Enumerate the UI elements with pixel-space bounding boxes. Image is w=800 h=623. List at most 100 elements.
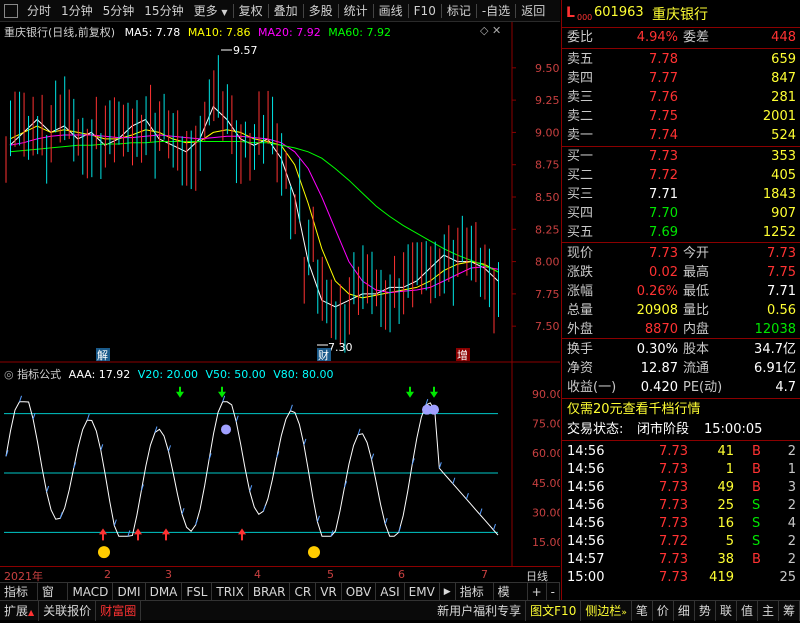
tab-fsl[interactable]: FSL bbox=[182, 582, 213, 601]
tab-dma[interactable]: DMA bbox=[146, 582, 183, 601]
expand-arrow-icon[interactable]: ▶ bbox=[440, 582, 456, 601]
f10-graphic-button[interactable]: 图文F10 bbox=[526, 600, 582, 621]
weibi-value: 4.94% bbox=[636, 30, 678, 45]
tab-emv[interactable]: EMV bbox=[405, 582, 440, 601]
zoom-out-button[interactable]: - bbox=[547, 582, 561, 601]
osc-tick bbox=[465, 492, 469, 500]
buy-arrow-icon bbox=[238, 528, 246, 541]
tick-price: 7.73 bbox=[659, 552, 688, 567]
tab-15min[interactable]: 15分钟 bbox=[139, 0, 188, 22]
zoom-in-button[interactable]: + bbox=[528, 582, 547, 601]
tab-intraday[interactable]: 分时 bbox=[22, 0, 56, 22]
tab-link[interactable]: 联 bbox=[716, 600, 737, 621]
tab-5min[interactable]: 5分钟 bbox=[98, 0, 140, 22]
multi-stock-button[interactable]: 多股 bbox=[304, 0, 338, 22]
tab-template[interactable]: 模 板 bbox=[494, 582, 528, 617]
tab-value[interactable]: 值 bbox=[737, 600, 758, 621]
tab-dmi[interactable]: DMI bbox=[113, 582, 146, 601]
watchlist-button[interactable]: -自选 bbox=[477, 0, 515, 22]
ask-row[interactable]: 卖四 7.77 847 bbox=[562, 70, 800, 88]
f10-button[interactable]: F10 bbox=[409, 0, 441, 22]
osc-tick bbox=[357, 428, 361, 435]
promo-banner[interactable]: 仅需20元查看千档行情 bbox=[562, 401, 800, 419]
tick-side: B bbox=[752, 444, 761, 459]
v20-label: V20: 20.00 bbox=[137, 368, 199, 381]
bid-price: 7.69 bbox=[649, 225, 678, 240]
tick-price: 7.73 bbox=[659, 516, 688, 531]
sidebar-toggle[interactable]: 侧边栏» bbox=[581, 600, 632, 621]
stat-label: 量比 bbox=[683, 303, 710, 318]
stat-row: 现价 7.73 今开 7.73 bbox=[562, 245, 800, 263]
smile-icon bbox=[98, 546, 110, 559]
osc-tick bbox=[19, 395, 23, 402]
back-button[interactable]: 返回 bbox=[516, 0, 550, 22]
tab-pen[interactable]: 笔 bbox=[632, 600, 653, 621]
tab-trix[interactable]: TRIX bbox=[212, 582, 249, 601]
bid-price: 7.70 bbox=[649, 206, 678, 221]
mark-button[interactable]: 标记 bbox=[442, 0, 476, 22]
extend-button[interactable]: 扩展▲ bbox=[0, 600, 40, 621]
chart-area[interactable]: 9.50 9.25 9.00 8.75 8.50 8.25 8.00 7.75 7.50 9.57… bbox=[0, 22, 560, 566]
ask-row[interactable]: 卖三 7.76 281 bbox=[562, 89, 800, 107]
tab-window[interactable]: 窗口 bbox=[38, 582, 69, 617]
tick-count: 3 bbox=[787, 480, 796, 495]
tab-brar[interactable]: BRAR bbox=[249, 582, 291, 601]
news-link[interactable]: 新用户福利专享 bbox=[433, 600, 527, 621]
ask-row[interactable]: 卖二 7.75 2001 bbox=[562, 108, 800, 126]
tab-obv[interactable]: OBV bbox=[342, 582, 377, 601]
tick-row: 14:56 7.73 25 S 2 bbox=[562, 497, 800, 515]
bid-row[interactable]: 买四 7.70 907 bbox=[562, 205, 800, 223]
ask-row[interactable]: 卖五 7.78 659 bbox=[562, 51, 800, 69]
chart-settings-icon[interactable]: ◇ ✕ bbox=[480, 24, 501, 37]
tick-row: 14:57 7.73 38 B 2 bbox=[562, 551, 800, 569]
trade-status-label: 交易状态: bbox=[567, 422, 624, 437]
ask-price: 7.76 bbox=[649, 90, 678, 105]
tab-cr[interactable]: CR bbox=[290, 582, 317, 601]
stats-button[interactable]: 统计 bbox=[339, 0, 373, 22]
promo-text[interactable]: 仅需20元查看千档行情 bbox=[567, 401, 701, 419]
tab-chips[interactable]: 筹 bbox=[779, 600, 800, 621]
tab-indicator-a[interactable]: 指标A bbox=[0, 582, 38, 617]
overlay-button[interactable]: 叠加 bbox=[269, 0, 303, 22]
frown-icon bbox=[221, 424, 231, 435]
bid-row[interactable]: 买五 7.69 1252 bbox=[562, 224, 800, 242]
ask-volume: 659 bbox=[771, 52, 796, 67]
related-quotes-tab[interactable]: 关联报价 bbox=[39, 600, 97, 621]
divider bbox=[562, 338, 800, 339]
weicha-value: 448 bbox=[771, 30, 796, 45]
grid-icon[interactable] bbox=[4, 3, 18, 18]
tab-detail[interactable]: 细 bbox=[674, 600, 695, 621]
tick-count: 4 bbox=[787, 516, 796, 531]
v50-label: V50: 50.00 bbox=[205, 368, 266, 381]
indicator-title[interactable]: 指标公式 bbox=[17, 368, 61, 381]
bid-row[interactable]: 买二 7.72 405 bbox=[562, 167, 800, 185]
ma5-label: MA5: 7.78 bbox=[124, 26, 181, 39]
stat-label: 流通 bbox=[683, 361, 710, 376]
y-tick-label: 7.50 bbox=[535, 320, 560, 333]
ask-row[interactable]: 卖一 7.74 524 bbox=[562, 127, 800, 145]
tab-main[interactable]: 主 bbox=[758, 600, 779, 621]
indicator-gear-icon[interactable]: ◎ bbox=[4, 368, 14, 381]
stat-label: 换手 bbox=[567, 342, 594, 357]
event-marker-label: 增 bbox=[457, 348, 468, 362]
adjust-button[interactable]: 复权 bbox=[234, 0, 268, 22]
wealth-circle-tab[interactable]: 财富圈 bbox=[96, 600, 142, 621]
tab-macd[interactable]: MACD bbox=[68, 582, 114, 601]
divider bbox=[562, 440, 800, 441]
tab-vr[interactable]: VR bbox=[316, 582, 342, 601]
tab-price[interactable]: 价 bbox=[653, 600, 674, 621]
bid-row[interactable]: 买三 7.71 1843 bbox=[562, 186, 800, 204]
bid-volume: 1252 bbox=[762, 225, 796, 240]
draw-line-button[interactable]: 画线 bbox=[374, 0, 408, 22]
osc-tick bbox=[289, 404, 293, 411]
tab-trend[interactable]: 势 bbox=[695, 600, 716, 621]
more-dropdown[interactable]: 更多 ▼ bbox=[189, 0, 233, 22]
tab-asi[interactable]: ASI bbox=[376, 582, 405, 601]
tab-1min[interactable]: 1分钟 bbox=[56, 0, 98, 22]
kline-chart[interactable]: 9.50 9.25 9.00 8.75 8.50 8.25 8.00 7.75 7.50 9.57… bbox=[0, 22, 560, 566]
bid-volume: 353 bbox=[771, 149, 796, 164]
bid-row[interactable]: 买一 7.73 353 bbox=[562, 148, 800, 166]
buy-arrow-icon bbox=[99, 528, 107, 541]
tab-indicator-b[interactable]: 指标B bbox=[456, 582, 494, 617]
ask-label: 卖五 bbox=[567, 52, 594, 67]
